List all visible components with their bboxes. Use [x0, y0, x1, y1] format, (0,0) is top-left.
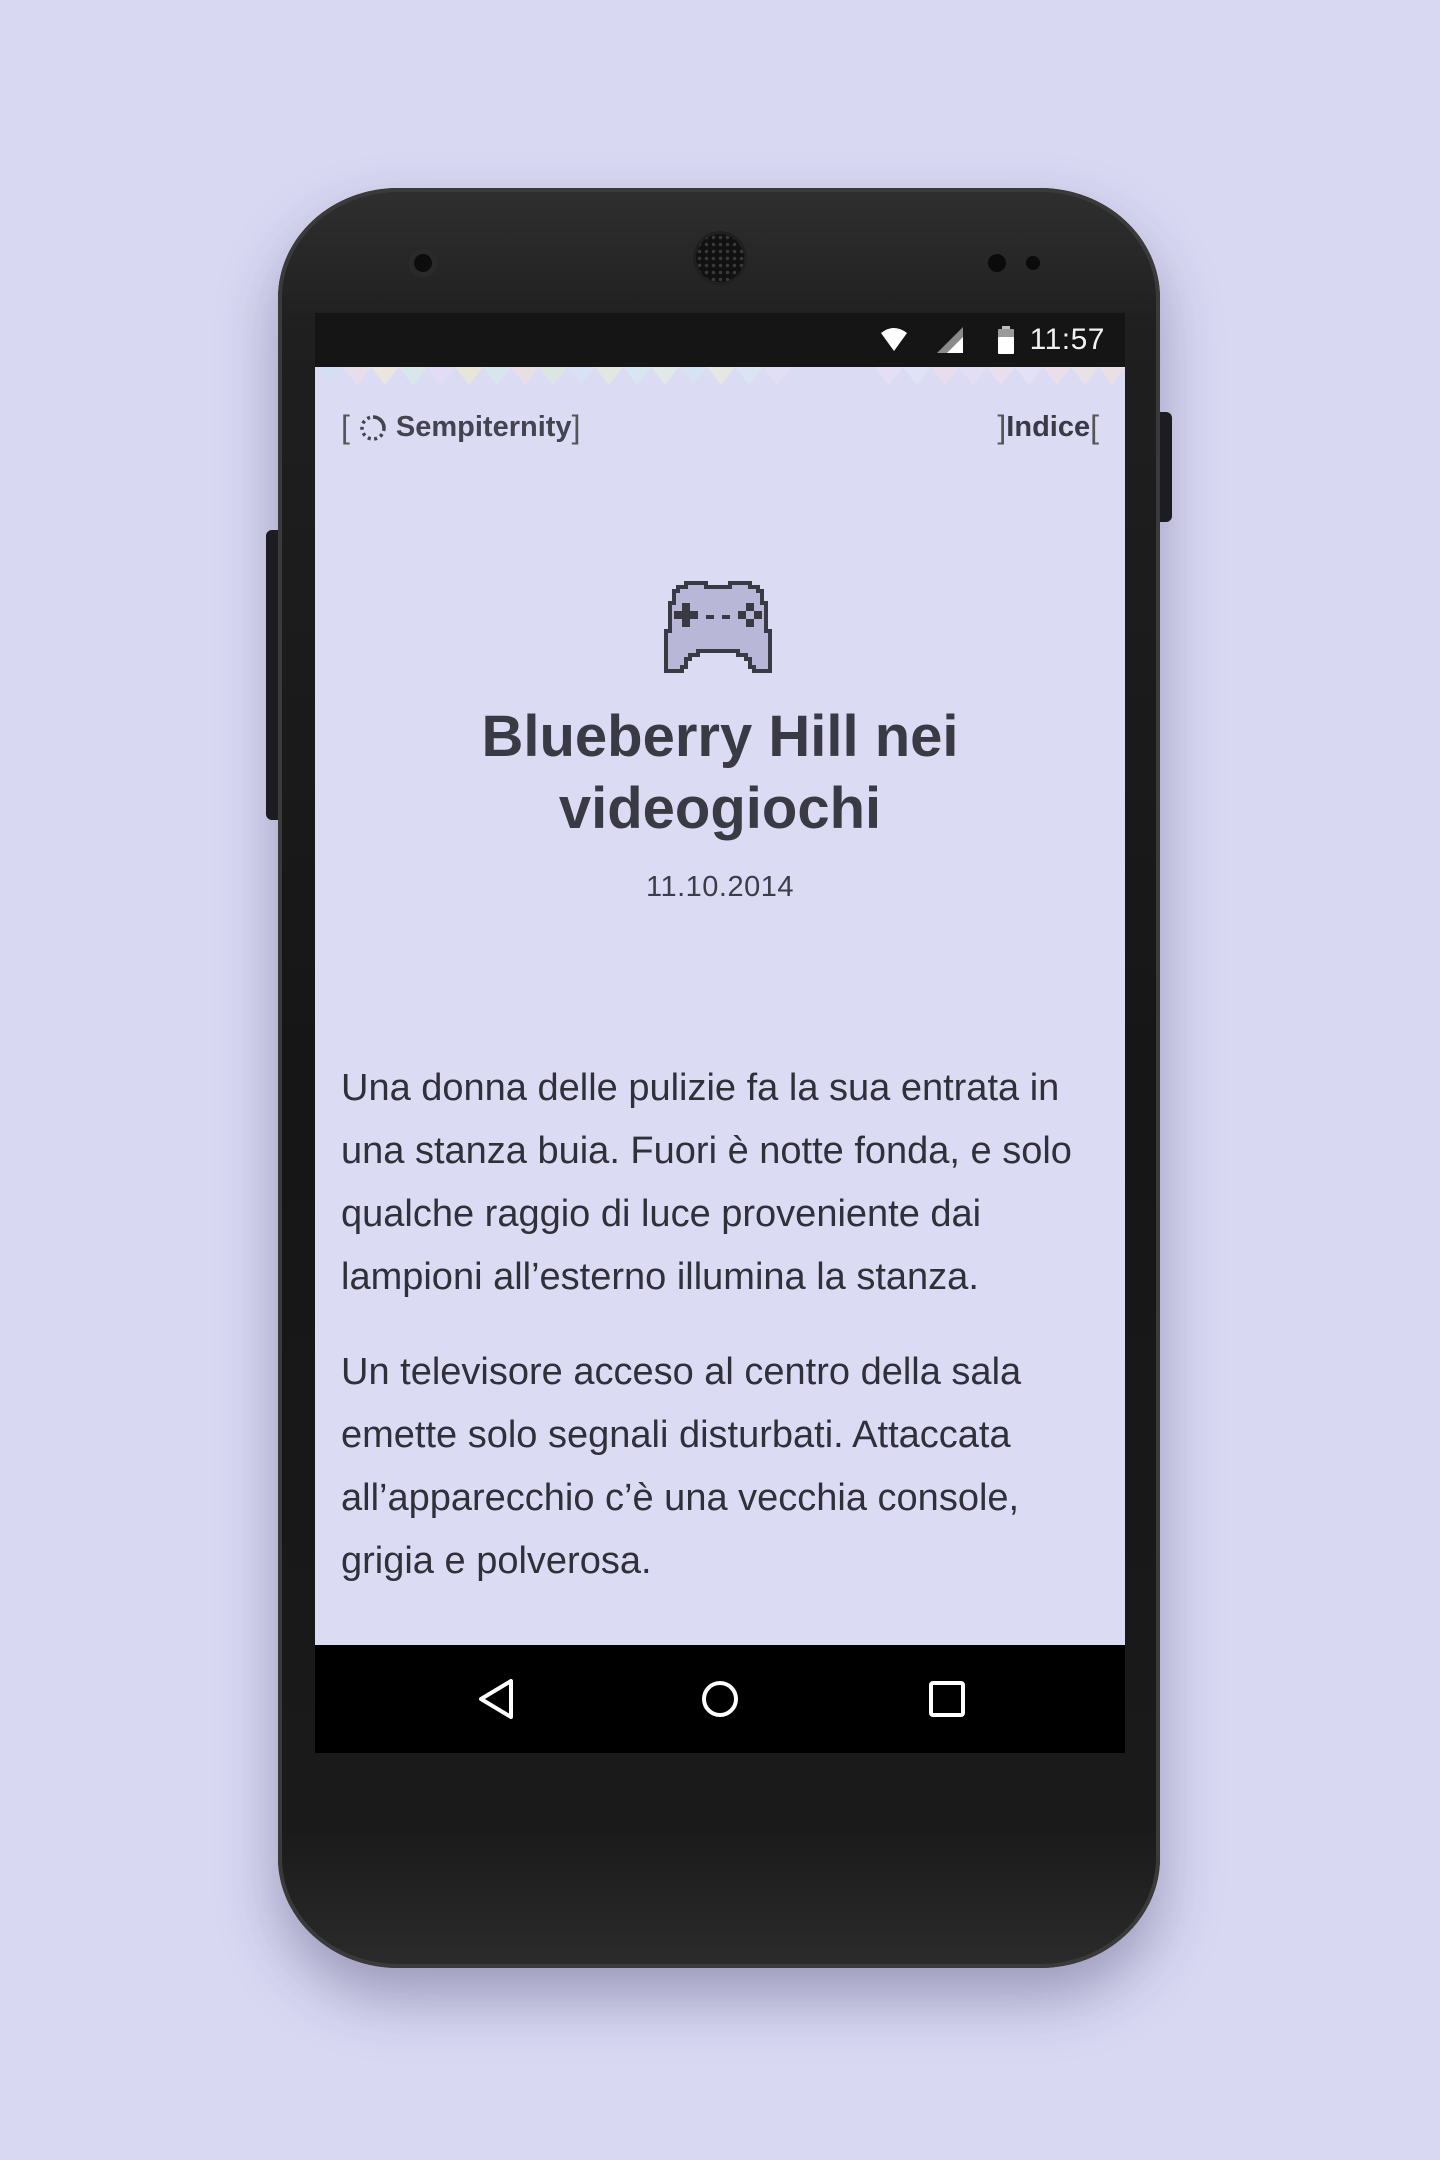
light-sensor [1026, 256, 1040, 270]
bracket-open: [ [341, 409, 350, 445]
status-clock: 11:57 [1029, 323, 1105, 356]
bracket-close: [ [1090, 409, 1099, 445]
battery-icon [998, 326, 1014, 354]
navigation-bar [315, 1645, 1125, 1753]
proximity-sensor [988, 254, 1006, 272]
brand-name: Sempiternity [395, 411, 572, 443]
paragraph: Una donna delle pulizie fa la sua entrat… [341, 1067, 1072, 1298]
status-bar: 11:57 [315, 313, 1125, 367]
earpiece-speaker [696, 234, 744, 282]
index-label: Indice [1006, 411, 1091, 443]
signal-icon [937, 327, 963, 353]
bunting-decoration [315, 367, 1125, 385]
back-icon[interactable] [467, 1671, 523, 1727]
post-date: 11.10.2014 [646, 871, 794, 903]
bracket-close: ] [571, 409, 581, 445]
bracket-open: ] [997, 409, 1007, 445]
gamepad-icon [664, 581, 772, 673]
recents-icon[interactable] [919, 1671, 975, 1727]
paragraph: Un televisore acceso al centro della sal… [341, 1351, 1022, 1582]
page-content[interactable]: [ Sempiternity ] ] Indice [Blueberry Hi… [315, 367, 1125, 1645]
post-body: Una donna delle pulizie fa la sua entrat… [341, 1057, 1101, 1625]
index-link[interactable]: ] Indice [ [997, 409, 1099, 446]
phone-screen: 11:57 [Sempiternity]] Indice [Bluebe… [315, 313, 1125, 1753]
front-camera [408, 248, 438, 278]
spinner-icon [360, 414, 386, 441]
site-header: [ Sempiternity ] ] Indice [ [315, 409, 1125, 459]
home-icon[interactable] [692, 1671, 748, 1727]
home-link[interactable]: [ Sempiternity ] [341, 409, 580, 446]
post-title: Blueberry Hill nei videogiochi [481, 704, 959, 841]
wifi-icon [881, 328, 907, 351]
